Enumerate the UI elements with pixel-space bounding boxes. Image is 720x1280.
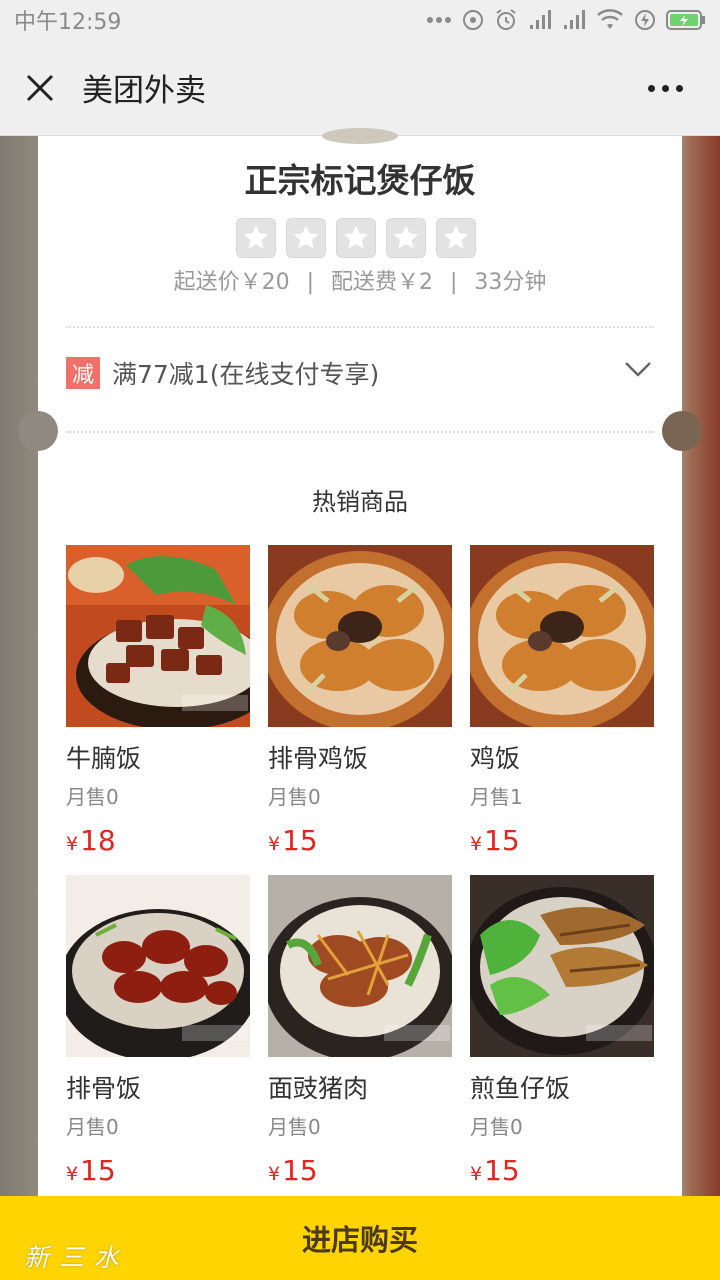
status-bar: 中午12:59	[0, 0, 720, 40]
card-notch-right	[662, 411, 702, 451]
product-price: ¥15	[470, 1154, 654, 1187]
product-card-beef-brisket-rice[interactable]: 牛腩饭 月售0 ¥18	[66, 545, 250, 857]
product-price: ¥15	[470, 824, 654, 857]
product-name: 排骨饭	[66, 1074, 142, 1103]
chevron-down-icon[interactable]	[624, 360, 652, 378]
product-price: ¥15	[66, 1154, 250, 1187]
star-icon	[386, 218, 426, 258]
more-dot-icon	[647, 84, 655, 92]
star-icon	[336, 218, 376, 258]
hotspot-icon	[463, 10, 483, 30]
star-icon	[436, 218, 476, 258]
battery-saver-icon	[635, 10, 655, 30]
more-dots-icon	[427, 17, 451, 23]
divider	[66, 431, 654, 433]
card-notch-left	[18, 411, 58, 451]
product-name: 排骨鸡饭	[268, 744, 369, 773]
currency-symbol: ¥	[470, 1163, 483, 1185]
signal-icon	[530, 10, 551, 29]
min-order: 起送价￥20	[173, 270, 290, 295]
product-sales: 月售0	[470, 1115, 523, 1139]
product-sales: 月售0	[66, 785, 119, 809]
shop-name: 正宗标记煲仔饭	[244, 161, 476, 200]
price-value: 15	[484, 1154, 520, 1187]
price-value: 15	[282, 1154, 318, 1187]
nav-bar: 美团外卖	[0, 40, 720, 136]
price-value: 15	[80, 1154, 116, 1187]
star-icon	[236, 218, 276, 258]
wifi-icon	[597, 9, 623, 29]
promo-text[interactable]: 满77减1(在线支付专享)	[112, 355, 379, 391]
price-value: 15	[484, 824, 520, 857]
shop-avatar-edge	[322, 128, 398, 144]
product-image	[268, 875, 452, 1057]
product-name: 牛腩饭	[66, 744, 142, 773]
signal-icon-2	[564, 10, 585, 29]
promo-badge: 减	[66, 357, 100, 389]
delivery-info: 起送价￥20 | 配送费￥2 | 33分钟	[38, 264, 682, 296]
currency-symbol: ¥	[268, 1163, 281, 1185]
currency-symbol: ¥	[470, 833, 483, 855]
product-sales: 月售1	[470, 785, 523, 809]
product-name: 面豉猪肉	[268, 1074, 369, 1103]
currency-symbol: ¥	[268, 833, 281, 855]
product-sales: 月售0	[66, 1115, 119, 1139]
battery-icon	[666, 10, 705, 30]
separator: |	[306, 270, 314, 295]
star-icon	[286, 218, 326, 258]
status-icons	[426, 8, 706, 32]
price-value: 15	[282, 824, 318, 857]
alarm-icon	[496, 9, 516, 30]
product-image	[470, 875, 654, 1057]
currency-symbol: ¥	[66, 833, 79, 855]
delivery-time: 33分钟	[474, 270, 547, 295]
product-image	[470, 545, 654, 727]
product-image	[268, 545, 452, 727]
product-name: 煎鱼仔饭	[470, 1074, 571, 1103]
product-image	[66, 875, 250, 1057]
buy-button-label: 进店购买	[301, 1223, 418, 1257]
rating-stars	[236, 218, 476, 258]
product-card-chicken-rice[interactable]: 鸡饭 月售1 ¥15	[470, 545, 654, 857]
product-card-bean-paste-pork[interactable]: 面豉猪肉 月售0 ¥15	[268, 875, 452, 1187]
nav-title: 美团外卖	[82, 73, 206, 109]
product-sales: 月售0	[268, 785, 321, 809]
watermark: 新三水	[24, 1243, 130, 1272]
currency-symbol: ¥	[66, 1163, 79, 1185]
product-card-spare-rib-chicken-rice[interactable]: 排骨鸡饭 月售0 ¥15	[268, 545, 452, 857]
product-card-spare-rib-rice[interactable]: 排骨饭 月售0 ¥15	[66, 875, 250, 1187]
product-sales: 月售0	[268, 1115, 321, 1139]
product-card-fried-fish-rice[interactable]: 煎鱼仔饭 月售0 ¥15	[470, 875, 654, 1187]
status-time: 中午12:59	[14, 10, 122, 35]
divider	[66, 326, 654, 328]
product-image	[66, 545, 250, 727]
more-dot-icon	[661, 84, 669, 92]
close-button[interactable]	[0, 40, 80, 136]
price-value: 18	[80, 824, 116, 857]
product-price: ¥15	[268, 1154, 452, 1187]
product-price: ¥18	[66, 824, 250, 857]
hot-items-title: 热销商品	[312, 488, 408, 516]
more-button[interactable]	[640, 70, 690, 106]
close-icon	[26, 74, 54, 101]
separator: |	[450, 270, 458, 295]
delivery-fee: 配送费￥2	[331, 270, 433, 295]
product-name: 鸡饭	[470, 744, 521, 773]
product-price: ¥15	[268, 824, 452, 857]
more-dot-icon	[675, 84, 683, 92]
